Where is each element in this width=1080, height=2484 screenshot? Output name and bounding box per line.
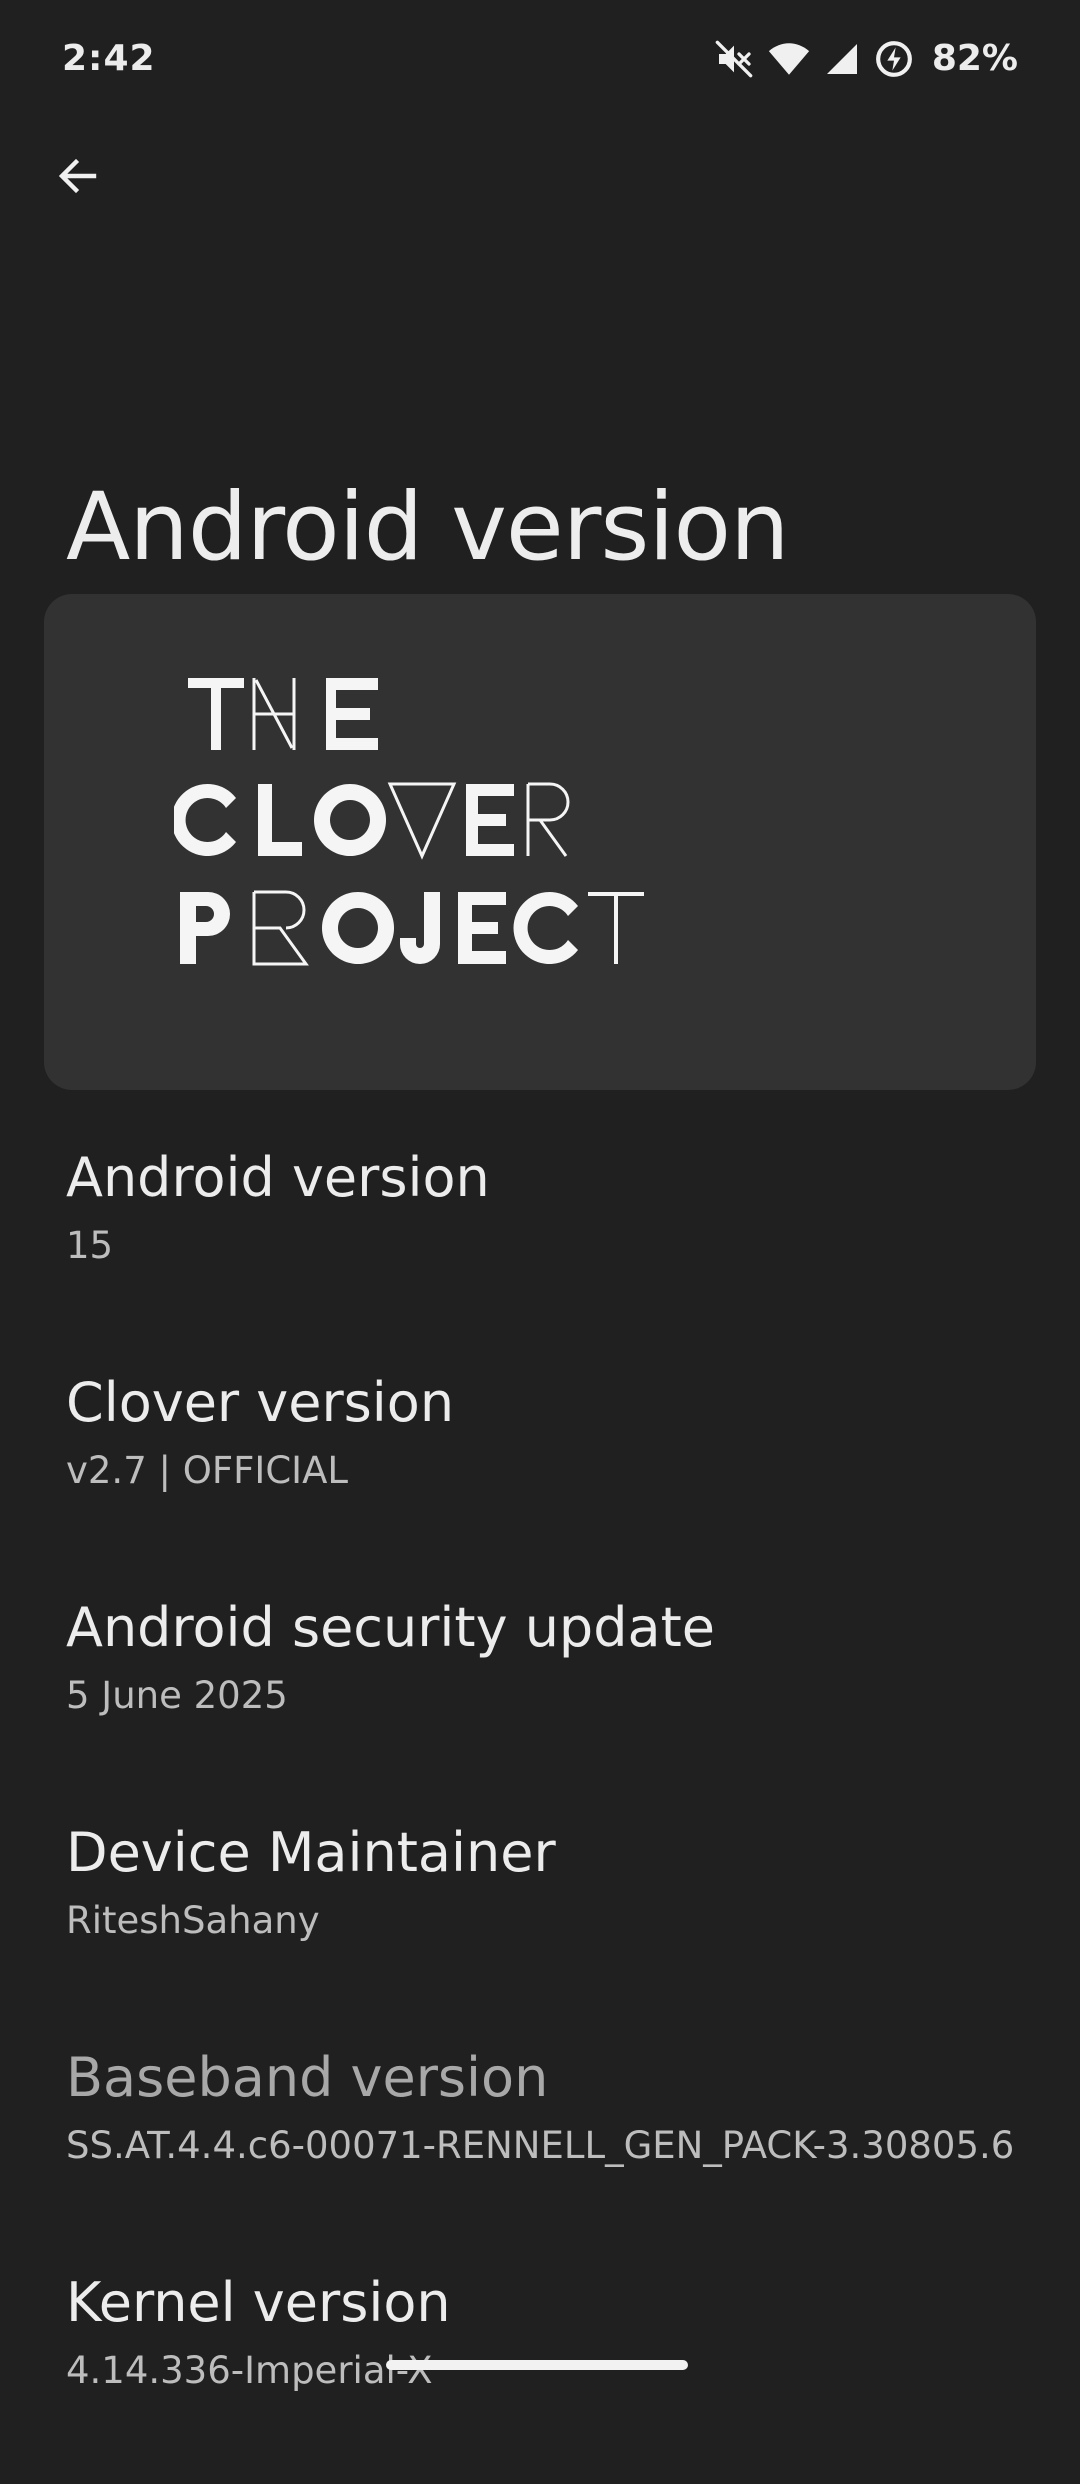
info-item-security-update[interactable]: Android security update 5 June 2025	[66, 1584, 1056, 1809]
back-button[interactable]	[40, 140, 116, 216]
info-value: SS.AT.4.4.c6-00071-RENNELL_GEN_PACK-3.30…	[66, 2124, 1015, 2167]
logo-card	[44, 594, 1036, 1090]
gesture-nav-handle[interactable]	[386, 2360, 688, 2370]
info-item-baseband-version: Baseband version SS.AT.4.4.c6-00071-RENN…	[66, 2034, 1056, 2259]
info-value: v2.7 | OFFICIAL	[66, 1449, 348, 1492]
arrow-back-icon	[54, 152, 102, 204]
info-title: Device Maintainer	[66, 1821, 556, 1884]
clover-project-logo	[174, 678, 644, 966]
info-value: RiteshSahany	[66, 1899, 320, 1942]
info-title: Kernel version	[66, 2271, 451, 2334]
status-icons: 82%	[714, 38, 1018, 79]
info-item-android-version[interactable]: Android version 15	[66, 1134, 1056, 1359]
info-value: 15	[66, 1224, 114, 1267]
info-value: 5 June 2025	[66, 1674, 288, 1717]
logo-line-project	[180, 890, 644, 966]
info-item-device-maintainer[interactable]: Device Maintainer RiteshSahany	[66, 1809, 1056, 2034]
wifi-icon	[768, 41, 810, 77]
page-title: Android version	[66, 472, 790, 582]
info-title: Clover version	[66, 1371, 455, 1434]
logo-line-clover	[174, 782, 570, 860]
info-item-kernel-version[interactable]: Kernel version 4.14.336-Imperial-X	[66, 2259, 1056, 2484]
info-item-clover-version[interactable]: Clover version v2.7 | OFFICIAL	[66, 1359, 1056, 1584]
battery-percent: 82%	[931, 38, 1018, 79]
status-bar: 2:42 82%	[0, 0, 1080, 120]
info-title: Android security update	[66, 1596, 715, 1659]
mute-icon	[714, 39, 754, 79]
info-title: Baseband version	[66, 2046, 549, 2109]
battery-saver-icon	[874, 39, 914, 79]
info-list: Android version 15 Clover version v2.7 |…	[66, 1134, 1056, 2484]
logo-line-the	[188, 678, 378, 750]
info-title: Android version	[66, 1146, 490, 1209]
info-value: 4.14.336-Imperial-X	[66, 2349, 433, 2392]
signal-icon	[824, 41, 860, 77]
status-time: 2:42	[62, 38, 156, 79]
